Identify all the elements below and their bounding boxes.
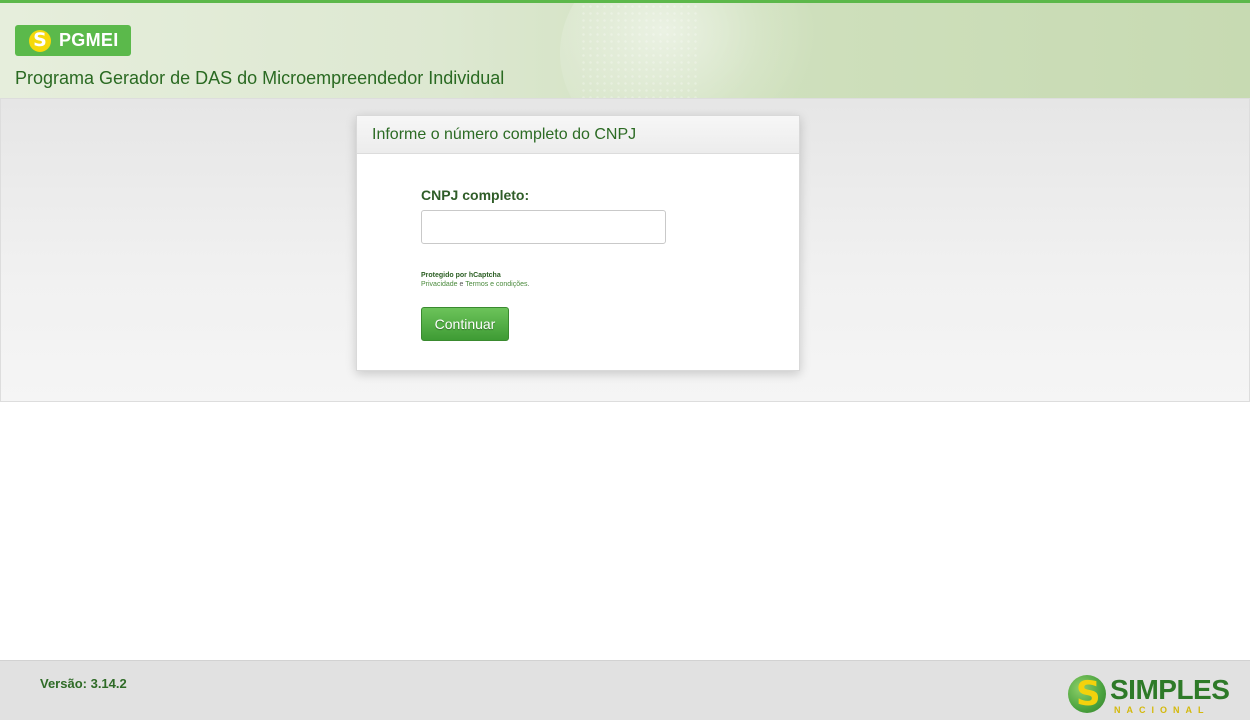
simples-nacional-logo[interactable]: S SIMPLES NACIONAL <box>1068 673 1238 719</box>
nacional-wordmark: NACIONAL <box>1114 705 1210 715</box>
card-header: Informe o número completo do CNPJ <box>357 116 799 154</box>
simples-wordmark: SIMPLES <box>1110 674 1230 705</box>
hcaptcha-links: Privacidade e Termos e condições. <box>421 280 529 289</box>
hcaptcha-notice: Protegido por hCaptcha Privacidade e Ter… <box>421 271 529 289</box>
logo-text: PGMEI <box>59 30 119 50</box>
cnpj-form-card: Informe o número completo do CNPJ CNPJ c… <box>356 115 800 371</box>
hcaptcha-title: Protegido por hCaptcha <box>421 272 501 279</box>
terms-link[interactable]: Termos e condições <box>465 281 527 288</box>
header-dot-pattern <box>580 3 700 98</box>
links-period: . <box>527 281 530 288</box>
version-text: Versão: 3.14.2 <box>40 676 127 691</box>
page-footer: Versão: 3.14.2 S SIMPLES NACIONAL <box>0 660 1250 720</box>
privacy-link[interactable]: Privacidade <box>421 281 458 288</box>
continue-button[interactable]: Continuar <box>421 307 509 341</box>
page-header: PGMEI Programa Gerador de DAS do Microem… <box>0 3 1250 98</box>
app-subtitle: Programa Gerador de DAS do Microempreend… <box>15 68 505 88</box>
card-title: Informe o número completo do CNPJ <box>372 125 637 143</box>
links-conjunction: e <box>459 281 464 288</box>
pgmei-logo[interactable]: PGMEI <box>15 25 131 56</box>
simples-s-icon <box>29 29 51 52</box>
simples-s-glyph: S <box>1076 674 1101 714</box>
cnpj-label: CNPJ completo: <box>421 187 530 203</box>
cnpj-input[interactable] <box>421 210 666 244</box>
